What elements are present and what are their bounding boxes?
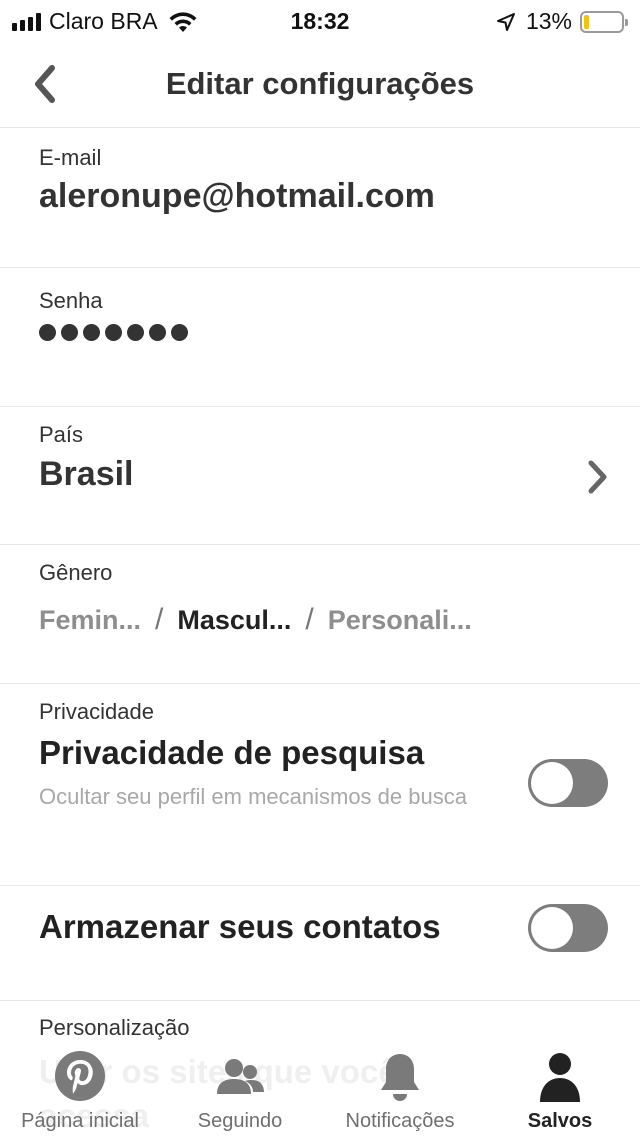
toggle-knob: [531, 762, 573, 804]
toggle-knob: [531, 907, 573, 949]
gender-separator: /: [155, 603, 164, 636]
contacts-section: Armazenar seus contatos: [0, 886, 640, 1001]
status-right: 13%: [496, 8, 628, 35]
tab-bar: Página inicial Seguindo Notificações Sal…: [0, 1040, 640, 1136]
tab-following[interactable]: Seguindo: [160, 1040, 320, 1136]
password-label: Senha: [39, 288, 103, 313]
search-privacy-description: Ocultar seu perfil em mecanismos de busc…: [39, 784, 467, 809]
tab-following-label: Seguindo: [197, 1110, 283, 1132]
email-section[interactable]: E-mail aleronupe@hotmail.com: [0, 129, 640, 268]
password-dot: [61, 324, 78, 341]
tab-notifications[interactable]: Notificações: [320, 1040, 480, 1136]
gender-option-male[interactable]: Mascul...: [177, 605, 291, 636]
gender-option-custom[interactable]: Personali...: [328, 605, 472, 636]
privacy-section: Privacidade Privacidade de pesquisa Ocul…: [0, 684, 640, 886]
battery-percent: 13%: [525, 8, 572, 34]
password-dot: [105, 324, 122, 341]
country-section[interactable]: País Brasil: [0, 407, 640, 545]
password-section[interactable]: Senha: [0, 268, 640, 407]
profile-icon: [536, 1050, 584, 1109]
gender-separator: /: [305, 603, 314, 636]
status-bar: Claro BRA 18:32 13%: [0, 0, 640, 40]
password-dot: [171, 324, 188, 341]
search-privacy-title: Privacidade de pesquisa: [39, 734, 425, 771]
email-field[interactable]: aleronupe@hotmail.com: [39, 177, 435, 216]
tab-saved[interactable]: Salvos: [480, 1040, 640, 1136]
nav-header: Editar configurações: [0, 40, 640, 128]
location-arrow-icon: [496, 12, 515, 31]
battery-icon: [580, 10, 628, 33]
battery-level-fill: [584, 14, 589, 29]
email-label: E-mail: [39, 145, 102, 170]
page-title: Editar configurações: [165, 66, 475, 101]
chevron-right-icon: [588, 460, 607, 494]
gender-section: Gênero Femin... / Mascul... / Personali.…: [0, 545, 640, 684]
password-dot: [83, 324, 100, 341]
pinterest-logo-icon: [54, 1050, 106, 1107]
personalization-label: Personalização: [39, 1015, 190, 1040]
store-contacts-toggle[interactable]: [528, 904, 608, 952]
password-dot: [39, 324, 56, 341]
bell-icon: [376, 1050, 424, 1109]
password-field[interactable]: [39, 324, 188, 341]
gender-option-female[interactable]: Femin...: [39, 605, 141, 636]
store-contacts-title: Armazenar seus contatos: [39, 908, 441, 945]
country-label: País: [39, 422, 84, 447]
tab-home-label: Página inicial: [21, 1110, 139, 1132]
privacy-section-label: Privacidade: [39, 699, 154, 724]
search-privacy-toggle[interactable]: [528, 759, 608, 807]
password-dot: [127, 324, 144, 341]
tab-notifications-label: Notificações: [345, 1110, 455, 1132]
country-value: Brasil: [39, 455, 134, 493]
people-icon: [212, 1050, 268, 1107]
country-chevron[interactable]: [586, 457, 610, 497]
gender-options: Femin... / Mascul... / Personali...: [39, 603, 472, 637]
tab-home[interactable]: Página inicial: [0, 1040, 160, 1136]
gender-label: Gênero: [39, 560, 113, 585]
password-dot: [149, 324, 166, 341]
tab-saved-label: Salvos: [527, 1110, 593, 1132]
